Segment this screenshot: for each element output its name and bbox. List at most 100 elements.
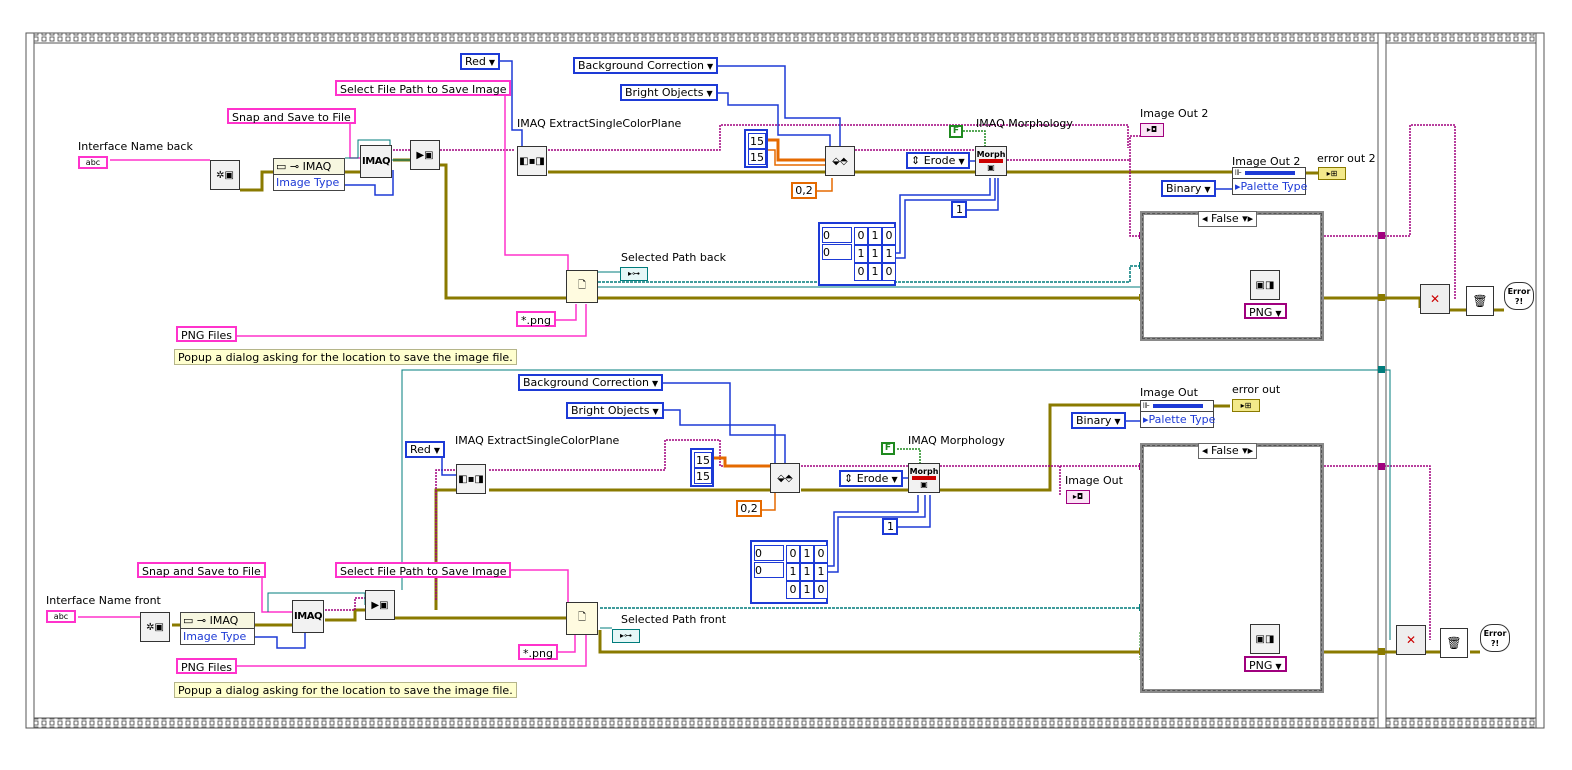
extract-plane-label: IMAQ ExtractSingleColorPlane: [517, 117, 682, 130]
palette-enum[interactable]: Binary ▼: [1071, 412, 1126, 429]
imaq-create-vi[interactable]: IMAQ: [360, 145, 392, 178]
selected-path-indicator[interactable]: ▸⊶: [612, 629, 640, 643]
interface-name-control[interactable]: abc: [78, 156, 108, 169]
struct-cell[interactable]: 1: [800, 581, 814, 599]
struct-index-0[interactable]: 0: [754, 545, 784, 561]
image-out-property-node[interactable]: ⊪ ▸Palette Type: [1140, 400, 1215, 428]
local-threshold-vi[interactable]: ⬙⬘: [770, 463, 800, 493]
struct-cell[interactable]: 0: [786, 581, 800, 599]
error-out-indicator[interactable]: ▸⊞: [1318, 167, 1346, 180]
png-files-constant[interactable]: PNG Files: [176, 326, 238, 342]
pattern-constant[interactable]: *.png: [516, 311, 556, 327]
selected-path-label: Selected Path back: [621, 251, 726, 264]
window-height[interactable]: 15: [694, 468, 712, 484]
format-enum[interactable]: PNG ▼: [1244, 656, 1287, 672]
case-structure[interactable]: [1140, 211, 1324, 341]
window-width[interactable]: 15: [748, 133, 766, 149]
snap-save-constant[interactable]: Snap and Save to File: [137, 562, 266, 578]
image-out-indicator[interactable]: ▸◘: [1140, 123, 1164, 137]
write-file-vi[interactable]: ▣◨: [1250, 270, 1280, 300]
local-threshold-vi[interactable]: ⬙⬘: [825, 146, 855, 176]
imaq-create-node[interactable]: ▭ ⊸ IMAQ Image Type: [273, 158, 345, 191]
iterations-constant[interactable]: 1: [951, 201, 967, 218]
struct-cell[interactable]: 1: [868, 227, 882, 245]
morph-bool-constant[interactable]: F: [881, 442, 895, 455]
struct-cell[interactable]: 1: [800, 545, 814, 563]
imaq-create-vi[interactable]: IMAQ: [292, 600, 324, 633]
iterations-constant[interactable]: 1: [882, 518, 898, 535]
structuring-element-array[interactable]: 0 0 0 1 0 1 1 1 0 1 0: [750, 540, 828, 604]
struct-cell[interactable]: 0: [854, 263, 868, 281]
threshold-method-enum[interactable]: Background Correction ▼: [518, 374, 664, 391]
window-width[interactable]: 15: [694, 452, 712, 468]
deviation-constant[interactable]: 0,2: [791, 182, 817, 199]
struct-cell[interactable]: 1: [786, 563, 800, 581]
write-file-vi[interactable]: ▣◨: [1250, 624, 1280, 654]
close-camera-vi[interactable]: ✕: [1420, 284, 1450, 314]
struct-index-1[interactable]: 0: [822, 244, 852, 260]
imaq-snap-vi[interactable]: ▶▣: [410, 140, 440, 170]
struct-cell[interactable]: 1: [882, 245, 896, 263]
morph-operation-enum[interactable]: ⇕ Erode ▼: [839, 470, 903, 487]
extract-plane-vi[interactable]: ◧▪◨: [456, 464, 486, 494]
image-out-indicator[interactable]: ▸◘: [1066, 490, 1090, 504]
error-handler-vi[interactable]: Error ?!: [1504, 282, 1534, 310]
look-for-enum[interactable]: Bright Objects ▼: [566, 402, 664, 419]
struct-cell[interactable]: 1: [868, 245, 882, 263]
image-type-row: Image Type: [183, 630, 247, 643]
case-structure[interactable]: [1140, 443, 1324, 693]
comment-note: Popup a dialog asking for the location t…: [174, 682, 517, 698]
window-size-cluster[interactable]: 15 15: [744, 129, 768, 168]
case-selector[interactable]: ◂ False ▾▸: [1198, 211, 1258, 227]
png-files-constant[interactable]: PNG Files: [176, 658, 238, 674]
interface-name-control[interactable]: abc: [46, 610, 76, 623]
struct-index-0[interactable]: 0: [822, 227, 852, 243]
format-enum[interactable]: PNG ▼: [1244, 303, 1287, 319]
threshold-method-enum[interactable]: Background Correction ▼: [573, 57, 719, 74]
color-plane-enum[interactable]: Red ▼: [405, 441, 446, 458]
window-size-cluster[interactable]: 15 15: [690, 448, 714, 487]
dispose-image-vi[interactable]: 🗑: [1440, 628, 1468, 658]
imaq-open-camera-vi[interactable]: ✲▣: [210, 160, 240, 190]
file-dialog-vi[interactable]: 🗋: [566, 602, 598, 635]
imaq-create-node[interactable]: ▭ ⊸ IMAQ Image Type: [180, 612, 255, 645]
look-for-enum[interactable]: Bright Objects ▼: [620, 84, 718, 101]
selected-path-label: Selected Path front: [621, 613, 727, 626]
error-handler-vi[interactable]: Error ?!: [1480, 624, 1510, 652]
case-selector[interactable]: ◂ False ▾▸: [1198, 443, 1258, 459]
image-out-property-node[interactable]: ⊪ ▸Palette Type: [1232, 167, 1307, 195]
select-path-constant[interactable]: Select File Path to Save Image: [335, 80, 512, 96]
imaq-snap-vi[interactable]: ▶▣: [365, 590, 395, 620]
struct-cell[interactable]: 0: [882, 227, 896, 245]
struct-index-1[interactable]: 0: [754, 562, 784, 578]
imaq-open-camera-vi[interactable]: ✲▣: [140, 612, 170, 642]
struct-cell[interactable]: 1: [814, 563, 828, 581]
extract-plane-vi[interactable]: ◧▪◨: [517, 146, 547, 176]
morphology-vi[interactable]: Morph ▣: [975, 146, 1007, 176]
window-height[interactable]: 15: [748, 149, 766, 165]
struct-cell[interactable]: 0: [814, 581, 828, 599]
color-plane-enum[interactable]: Red ▼: [460, 53, 501, 70]
morph-operation-enum[interactable]: ⇕ Erode ▼: [906, 152, 970, 169]
struct-cell[interactable]: 1: [868, 263, 882, 281]
selected-path-indicator[interactable]: ▸⊶: [620, 267, 648, 281]
struct-cell[interactable]: 0: [854, 227, 868, 245]
morph-bool-constant[interactable]: F: [949, 125, 963, 138]
struct-cell[interactable]: 1: [800, 563, 814, 581]
struct-cell[interactable]: 0: [786, 545, 800, 563]
file-dialog-vi[interactable]: 🗋: [566, 270, 598, 303]
struct-cell[interactable]: 0: [882, 263, 896, 281]
struct-cell[interactable]: 1: [854, 245, 868, 263]
close-camera-vi[interactable]: ✕: [1396, 625, 1426, 655]
palette-enum[interactable]: Binary ▼: [1161, 180, 1216, 197]
struct-cell[interactable]: 0: [814, 545, 828, 563]
morphology-vi[interactable]: Morph ▣: [908, 463, 940, 493]
property-header: ⊪: [1141, 401, 1213, 412]
snap-save-constant[interactable]: Snap and Save to File: [227, 108, 356, 124]
deviation-constant[interactable]: 0,2: [736, 500, 762, 517]
pattern-constant[interactable]: *.png: [518, 644, 558, 660]
select-path-constant[interactable]: Select File Path to Save Image: [335, 562, 512, 578]
structuring-element-array[interactable]: 0 0 0 1 0 1 1 1 0 1 0: [818, 222, 896, 286]
dispose-image-vi[interactable]: 🗑: [1466, 286, 1494, 316]
error-out-indicator[interactable]: ▸⊞: [1232, 399, 1260, 412]
